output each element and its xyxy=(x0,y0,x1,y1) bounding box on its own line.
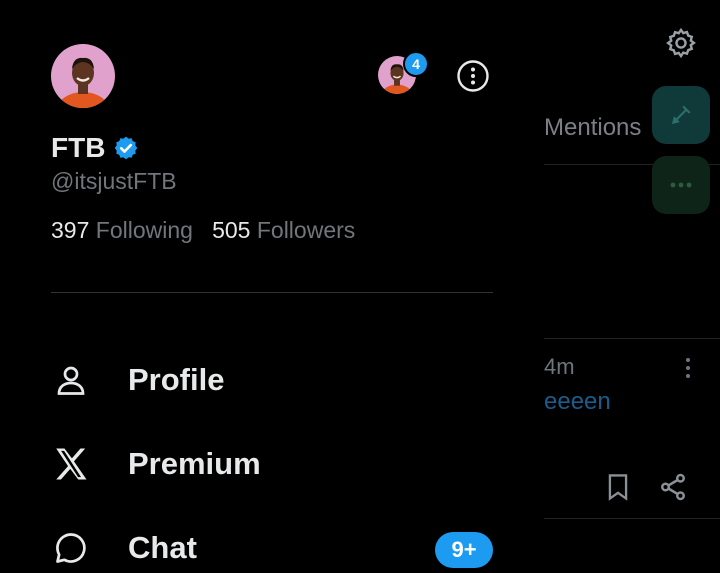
nav-label-chat: Chat xyxy=(128,530,197,565)
account-more-button[interactable] xyxy=(456,59,490,93)
share-icon xyxy=(661,473,685,501)
drawer-divider xyxy=(51,292,493,293)
nav-label-profile: Profile xyxy=(128,362,225,397)
post-text[interactable]: eeeen xyxy=(544,388,611,416)
follow-counts: 397 Following 505 Followers xyxy=(51,217,355,244)
following-label: Following xyxy=(95,217,193,243)
account-count-badge: 4 xyxy=(403,51,429,77)
vertical-dots-icon xyxy=(686,358,690,378)
more-circle-icon xyxy=(457,60,489,92)
following-count: 397 xyxy=(51,217,90,243)
tab-mentions[interactable]: Mentions xyxy=(544,114,641,142)
nav-label-premium: Premium xyxy=(128,446,261,481)
chat-bubble-icon xyxy=(51,528,91,568)
person-icon xyxy=(51,360,91,400)
display-name-row[interactable]: FTB xyxy=(51,132,139,164)
followers-link[interactable]: 505 Followers xyxy=(212,217,355,243)
ellipsis-icon xyxy=(670,182,692,188)
nav-item-chat[interactable]: Chat 9+ xyxy=(51,520,493,573)
post-time: 4m xyxy=(544,354,575,379)
share-button[interactable] xyxy=(658,472,688,507)
nav-item-profile[interactable]: Profile xyxy=(51,352,493,408)
bookmark-icon xyxy=(608,474,628,501)
x-logo-icon xyxy=(51,444,91,484)
followers-label: Followers xyxy=(256,217,356,243)
post-more-button[interactable] xyxy=(678,354,698,382)
followers-count: 505 xyxy=(212,217,251,243)
user-handle: @itsjustFTB xyxy=(51,168,177,194)
post-divider xyxy=(544,338,720,339)
profile-avatar[interactable] xyxy=(51,44,115,108)
compose-fab[interactable] xyxy=(652,86,710,144)
following-link[interactable]: 397 Following xyxy=(51,217,193,243)
nav-item-premium[interactable]: Premium xyxy=(51,436,493,492)
more-fab[interactable] xyxy=(652,156,710,214)
bookmark-button[interactable] xyxy=(604,472,632,507)
verified-badge-icon xyxy=(115,136,138,160)
post-bottom-divider xyxy=(544,518,720,519)
settings-button[interactable] xyxy=(660,22,702,64)
side-drawer: 4 FTB @itsjustFTB 397 Following 505 Foll… xyxy=(0,0,544,573)
chat-unread-badge: 9+ xyxy=(435,532,493,568)
display-name: FTB xyxy=(51,132,106,163)
feather-icon xyxy=(671,105,691,125)
gear-icon xyxy=(666,27,696,59)
app-screen: Mentions 4m eeeen 4 FTB @itsjustFTB 397 … xyxy=(0,0,720,573)
